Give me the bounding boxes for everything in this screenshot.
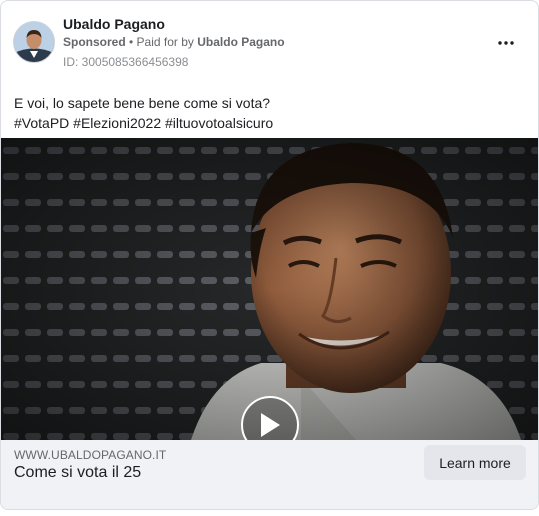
- post-header: Ubaldo Pagano Sponsored • Paid for by Ub…: [13, 13, 526, 73]
- learn-more-button[interactable]: Learn more: [424, 445, 526, 480]
- paid-for-name[interactable]: Ubaldo Pagano: [197, 35, 284, 49]
- caption-hashtags[interactable]: #VotaPD #Elezioni2022 #iltuovotoalsicuro: [14, 113, 525, 133]
- more-horizontal-icon: [498, 41, 514, 45]
- paid-for-prefix: Paid for by: [136, 35, 198, 49]
- play-icon: [261, 413, 280, 437]
- separator: •: [125, 35, 137, 49]
- link-title[interactable]: Come si vota il 25: [14, 464, 141, 482]
- ad-card: Ubaldo Pagano Sponsored • Paid for by Ub…: [0, 0, 539, 510]
- link-domain: WWW.UBALDOPAGANO.IT: [14, 448, 167, 462]
- ad-id: ID: 3005085366456398: [63, 55, 189, 69]
- video-player[interactable]: [1, 138, 538, 440]
- caption-text: E voi, lo sapete bene bene come si vota?: [14, 95, 271, 111]
- avatar-image: [14, 22, 54, 62]
- post-caption: E voi, lo sapete bene bene come si vota?…: [14, 93, 525, 133]
- sponsored-line: Sponsored • Paid for by Ubaldo Pagano: [63, 35, 285, 49]
- sponsored-label: Sponsored: [63, 35, 126, 49]
- page-name[interactable]: Ubaldo Pagano: [63, 16, 165, 32]
- avatar[interactable]: [13, 21, 55, 63]
- video-thumbnail: [1, 138, 538, 440]
- link-preview[interactable]: WWW.UBALDOPAGANO.IT Come si vota il 25 L…: [1, 440, 538, 509]
- more-options-button[interactable]: [492, 31, 520, 55]
